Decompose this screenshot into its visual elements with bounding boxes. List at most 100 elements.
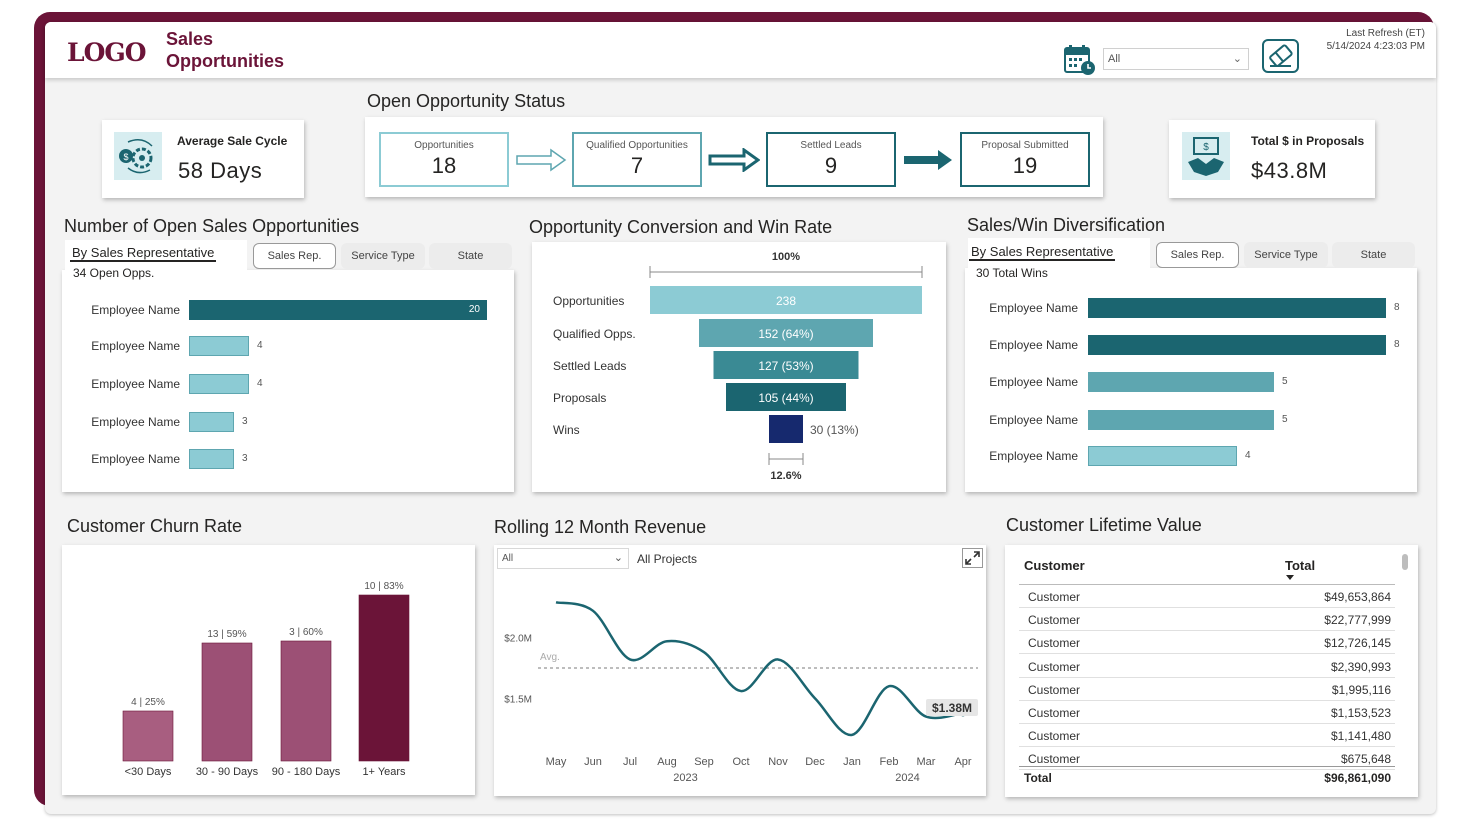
customer-cell: Customer [1028, 752, 1081, 767]
table-row[interactable]: Customer $1,995,116 [1019, 678, 1395, 701]
open-opps-title: Number of Open Sales Opportunities [64, 216, 360, 236]
employee-name-label: Employee Name [91, 452, 180, 466]
churn-bar [122, 710, 174, 762]
sale-cycle-icon: $ [114, 132, 162, 180]
funnel-bar-label: 105 (44%) [758, 391, 813, 405]
funnel-bar-label: 127 (53%) [758, 359, 813, 373]
tab-by-sales-rep[interactable]: By Sales Representative [70, 245, 217, 262]
funnel-bar-label: 238 [776, 294, 796, 308]
date-filter-dropdown[interactable]: All ⌄ [1103, 48, 1249, 70]
customer-cell: Customer [1028, 659, 1081, 674]
employee-name-label: Employee Name [989, 449, 1078, 463]
clear-filters-button[interactable] [1262, 39, 1299, 73]
last-refresh: Last Refresh (ET) 5/14/2024 4:23:03 PM [1300, 27, 1425, 53]
eraser-icon [1269, 44, 1293, 67]
x-tick-label: Feb [880, 756, 899, 768]
avg-label: Avg. [540, 652, 560, 663]
total-cell: $2,390,993 [1330, 659, 1391, 674]
stage-label: Opportunities [414, 140, 474, 151]
employee-name-label: Employee Name [989, 301, 1078, 315]
tab-by-sales-rep[interactable]: By Sales Representative [969, 244, 1116, 261]
wins-title: Sales/Win Diversification [967, 215, 1166, 235]
stage-label: Proposal Submitted [981, 140, 1069, 151]
clv-total-label: Total [1024, 771, 1052, 785]
table-row[interactable]: Customer $1,141,480 [1019, 724, 1395, 748]
revenue-line-chart: $2.0M $1.5M Avg. $1.38M May Jun Jul Aug Sep Oct No… [504, 601, 978, 784]
pill-service-type[interactable]: Service Type [341, 243, 425, 269]
status-title: Open Opportunity Status [367, 91, 566, 111]
table-row[interactable]: Customer $49,653,864 [1019, 585, 1395, 608]
table-row[interactable]: Customer $12,726,145 [1019, 631, 1395, 655]
stage-opportunities[interactable]: Opportunities 18 [379, 132, 509, 187]
churn-bar [358, 594, 410, 762]
avg-sale-cycle-label: Average Sale Cycle [177, 134, 288, 148]
sort-desc-icon[interactable] [1286, 575, 1294, 580]
clv-scrollbar[interactable] [1402, 554, 1408, 570]
bar [1088, 372, 1274, 392]
employee-name-label: Employee Name [91, 415, 180, 429]
bar-value-label: 4 [1245, 450, 1251, 461]
table-row[interactable]: Customer $1,153,523 [1019, 701, 1395, 724]
funnel-bar-label: 152 (64%) [758, 327, 813, 341]
stage-value: 7 [630, 153, 644, 178]
funnel-bottom-label: 12.6% [770, 470, 801, 482]
x-tick-label: Apr [954, 756, 971, 768]
bar [1088, 446, 1237, 466]
pill-state[interactable]: State [429, 243, 512, 269]
y-tick-label: $1.5M [504, 694, 532, 705]
x-tick-label: Dec [805, 756, 825, 768]
stage-proposal[interactable]: Proposal Submitted 19 [960, 132, 1090, 187]
employee-name-label: Employee Name [91, 339, 180, 353]
churn-category-label: 1+ Years [362, 766, 406, 778]
pill-state[interactable]: State [1332, 242, 1415, 268]
proposals-value: $43.8M [1251, 158, 1328, 183]
clv-col-customer[interactable]: Customer [1024, 558, 1085, 573]
pill-sales-rep[interactable]: Sales Rep. [253, 243, 336, 269]
logo: LOGO [67, 38, 146, 67]
stage-settled[interactable]: Settled Leads 9 [766, 132, 896, 187]
funnel-bar [769, 415, 803, 443]
svg-text:$: $ [1203, 142, 1209, 153]
avg-sale-cycle-value: 58 Days [178, 158, 263, 183]
pill-service-type[interactable]: Service Type [1244, 242, 1328, 268]
handshake-icon: $ [1182, 132, 1230, 180]
funnel-top-bracket [649, 266, 923, 278]
funnel-bar-label: 30 (13%) [810, 423, 859, 437]
bar [189, 336, 249, 356]
bar [1088, 410, 1274, 430]
stage-label: Settled Leads [800, 140, 862, 151]
total-cell: $1,141,480 [1330, 729, 1391, 744]
bar-value-label: 20 [468, 304, 480, 315]
y-tick-label: $2.0M [504, 634, 532, 645]
customer-cell: Customer [1028, 636, 1081, 651]
bar-value-label: 8 [1394, 302, 1400, 313]
clv-col-total[interactable]: Total [1285, 558, 1315, 573]
bar [189, 374, 249, 394]
funnel-stage-label: Wins [553, 423, 580, 437]
clv-title: Customer Lifetime Value [1006, 515, 1202, 535]
table-row[interactable]: Customer $22,777,999 [1019, 608, 1395, 632]
revenue-title: Rolling 12 Month Revenue [494, 517, 707, 537]
pill-sales-rep[interactable]: Sales Rep. [1156, 242, 1239, 268]
funnel-stage-label: Settled Leads [553, 359, 626, 373]
x-tick-label: Oct [732, 756, 749, 768]
customer-cell: Customer [1028, 590, 1081, 604]
date-filter-value: All [1108, 53, 1121, 65]
x-tick-label: Jul [623, 756, 637, 768]
bar-value-label: 8 [1394, 339, 1400, 350]
total-cell: $675,648 [1340, 752, 1391, 767]
page-title: Sales Opportunities [166, 28, 284, 72]
stage-value: 9 [824, 153, 838, 178]
page-title-line2: Opportunities [166, 51, 284, 71]
churn-bar-label: 13 | 59% [207, 629, 246, 640]
x-tick-label: Jun [584, 756, 602, 768]
table-row[interactable]: Customer $2,390,993 [1019, 655, 1395, 678]
last-refresh-time: 5/14/2024 4:23:03 PM [1326, 41, 1425, 52]
customer-cell: Customer [1028, 729, 1081, 744]
bar-value-label: 4 [257, 340, 263, 351]
year-label: 2024 [895, 772, 919, 784]
x-tick-label: Sep [694, 756, 714, 768]
stage-qualified[interactable]: Qualified Opportunities 7 [572, 132, 702, 187]
bar-value-label: 4 [257, 378, 263, 389]
arrow-right-outline-icon [708, 148, 760, 172]
